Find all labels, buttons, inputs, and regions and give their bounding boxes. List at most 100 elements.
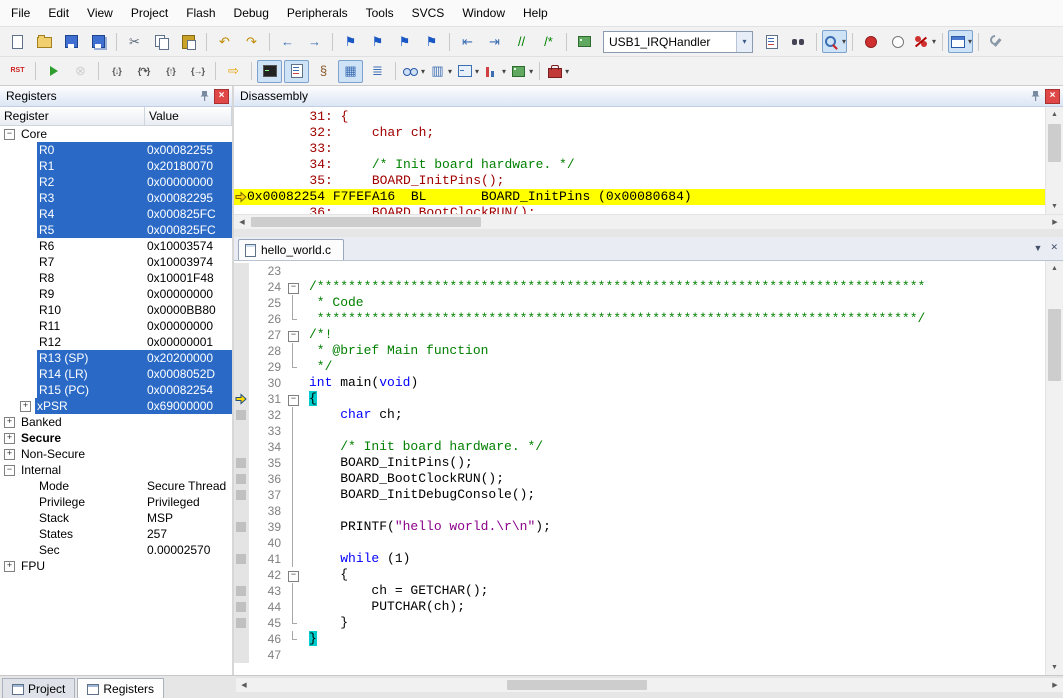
code-line[interactable]: 27−/*! <box>234 327 1045 343</box>
clear-bookmarks-button[interactable]: ⚑ <box>419 30 444 53</box>
dropdown-arrow-icon[interactable]: ▾ <box>448 67 452 76</box>
register-row[interactable]: +FPU <box>0 558 232 574</box>
disassembly-hscrollbar[interactable]: ◀ ▶ <box>234 214 1063 229</box>
register-row[interactable]: R70x10003974 <box>0 254 232 270</box>
next-bookmark-button[interactable]: ⚑ <box>392 30 417 53</box>
reset-button[interactable]: RST <box>5 60 30 83</box>
registers-window-button[interactable]: ▦ <box>338 60 363 83</box>
save-button[interactable] <box>59 30 84 53</box>
register-row[interactable]: R13 (SP)0x20200000 <box>0 350 232 366</box>
dropdown-arrow-icon[interactable]: ▾ <box>502 67 506 76</box>
kill-all-breakpoints-button[interactable]: ▾ <box>912 30 937 53</box>
code-line-marker[interactable] <box>236 554 246 564</box>
register-row[interactable]: +Banked <box>0 414 232 430</box>
previous-bookmark-button[interactable]: ⚑ <box>365 30 390 53</box>
dropdown-arrow-icon[interactable]: ▾ <box>565 67 569 76</box>
breakpoint-gutter[interactable] <box>234 599 249 615</box>
register-row[interactable]: PrivilegePrivileged <box>0 494 232 510</box>
menu-window[interactable]: Window <box>453 2 514 24</box>
breakpoint-gutter[interactable] <box>234 375 249 391</box>
step-button[interactable]: {↓} <box>104 60 129 83</box>
dropdown-arrow-icon[interactable]: ▾ <box>968 37 972 46</box>
register-row[interactable]: −Core <box>0 126 232 142</box>
code-line-marker[interactable] <box>236 458 246 468</box>
code-line[interactable]: 41 while (1) <box>234 551 1045 567</box>
step-out-button[interactable]: {↑} <box>158 60 183 83</box>
register-row[interactable]: States257 <box>0 526 232 542</box>
code-line[interactable]: 31−{ <box>234 391 1045 407</box>
cut-button[interactable]: ✂ <box>122 30 147 53</box>
start-stop-debug-button[interactable]: ▾ <box>822 30 847 53</box>
breakpoint-gutter[interactable] <box>234 535 249 551</box>
code-line[interactable]: 37 BOARD_InitDebugConsole(); <box>234 487 1045 503</box>
breakpoint-gutter[interactable] <box>234 423 249 439</box>
register-row[interactable]: R80x10001F48 <box>0 270 232 286</box>
scroll-right-icon[interactable]: ▶ <box>1047 678 1063 692</box>
register-column-header[interactable]: Register <box>0 107 145 125</box>
close-icon[interactable]: × <box>1045 89 1060 104</box>
redo-button[interactable]: ↷ <box>239 30 264 53</box>
code-line[interactable]: 42− { <box>234 567 1045 583</box>
dropdown-arrow-icon[interactable]: ▾ <box>842 37 846 46</box>
find-in-files-button[interactable] <box>786 30 811 53</box>
code-line[interactable]: 29 */ <box>234 359 1045 375</box>
indent-button[interactable]: ⇥ <box>482 30 507 53</box>
register-row[interactable]: R50x000825FC <box>0 222 232 238</box>
undo-button[interactable]: ↶ <box>212 30 237 53</box>
flash-download-button[interactable] <box>572 30 597 53</box>
breakpoint-gutter[interactable] <box>234 583 249 599</box>
disassembly-line[interactable]: 34: /* Init board hardware. */ <box>234 157 1045 173</box>
copy-button[interactable] <box>149 30 174 53</box>
serial-window-button[interactable]: ▾ <box>455 60 480 83</box>
breakpoint-gutter[interactable] <box>234 567 249 583</box>
dropdown-arrow-icon[interactable]: ▾ <box>475 67 479 76</box>
call-stack-window-button[interactable]: ≣ <box>365 60 390 83</box>
new-file-button[interactable] <box>5 30 30 53</box>
combo-dropdown-icon[interactable]: ▾ <box>736 32 752 52</box>
register-row[interactable]: R100x0000BB80 <box>0 302 232 318</box>
breakpoint-gutter[interactable] <box>234 295 249 311</box>
menu-tools[interactable]: Tools <box>357 2 403 24</box>
fold-toggle-icon[interactable]: − <box>288 571 299 582</box>
breakpoint-gutter[interactable] <box>234 391 249 407</box>
editor-hscrollbar[interactable]: ◀ ▶ <box>236 677 1063 692</box>
command-window-button[interactable] <box>257 60 282 83</box>
disassembly-line[interactable]: 32: char ch; <box>234 125 1045 141</box>
editor-code-area[interactable]: 2324−/**********************************… <box>234 261 1045 675</box>
scroll-down-icon[interactable]: ▼ <box>1046 199 1063 214</box>
expand-icon[interactable]: + <box>4 449 15 460</box>
code-line-marker[interactable] <box>236 410 246 420</box>
menu-edit[interactable]: Edit <box>39 2 78 24</box>
scroll-up-icon[interactable]: ▲ <box>1046 107 1063 122</box>
scrollbar-thumb[interactable] <box>1048 309 1061 381</box>
code-line[interactable]: 39 PRINTF("hello world.\r\n"); <box>234 519 1045 535</box>
expand-icon[interactable]: + <box>4 561 15 572</box>
breakpoint-gutter[interactable] <box>234 471 249 487</box>
system-viewer-button[interactable]: ▾ <box>509 60 534 83</box>
dock-tab-project[interactable]: Project <box>2 678 75 698</box>
run-to-cursor-button[interactable]: {→} <box>185 60 210 83</box>
analysis-window-button[interactable]: ▾ <box>482 60 507 83</box>
menu-view[interactable]: View <box>78 2 122 24</box>
editor-vscrollbar[interactable]: ▲ ▼ <box>1045 261 1063 675</box>
register-row[interactable]: R14 (LR)0x0008052D <box>0 366 232 382</box>
code-line[interactable]: 33 <box>234 423 1045 439</box>
menu-file[interactable]: File <box>2 2 39 24</box>
tab-list-dropdown-icon[interactable]: ▼ <box>1034 243 1043 253</box>
code-line-marker[interactable] <box>236 490 246 500</box>
breakpoint-gutter[interactable] <box>234 327 249 343</box>
breakpoint-gutter[interactable] <box>234 647 249 663</box>
run-button[interactable] <box>41 60 66 83</box>
code-line[interactable]: 40 <box>234 535 1045 551</box>
code-line[interactable]: 28 * @brief Main function <box>234 343 1045 359</box>
scrollbar-thumb[interactable] <box>507 680 647 690</box>
scrollbar-thumb[interactable] <box>251 217 481 227</box>
scroll-up-icon[interactable]: ▲ <box>1046 261 1063 276</box>
code-line-marker[interactable] <box>236 602 246 612</box>
outdent-button[interactable]: ⇤ <box>455 30 480 53</box>
register-row[interactable]: R90x00000000 <box>0 286 232 302</box>
toolbox-button[interactable]: ▾ <box>545 60 570 83</box>
code-line[interactable]: 24−/************************************… <box>234 279 1045 295</box>
scroll-right-icon[interactable]: ▶ <box>1047 215 1063 229</box>
register-row[interactable]: −Internal <box>0 462 232 478</box>
